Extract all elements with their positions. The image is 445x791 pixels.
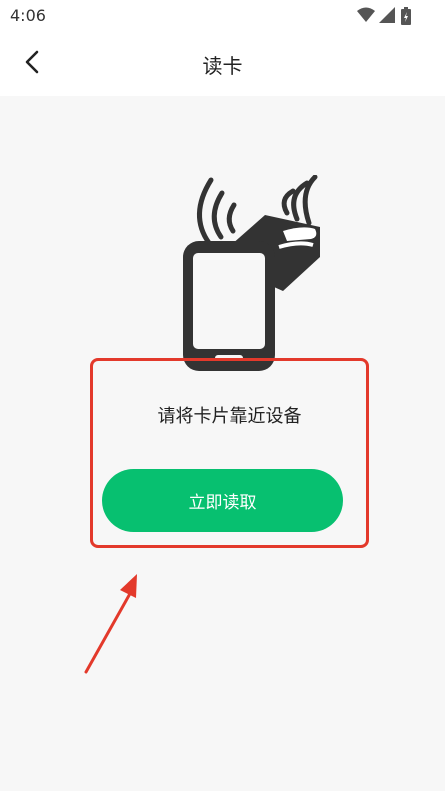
read-card-screen: 4:06 读卡 请将卡片靠近设备 立即读取: [0, 0, 445, 791]
status-icons: [357, 7, 417, 25]
phone-nfc-card-icon: [183, 175, 320, 371]
status-time: 4:06: [10, 6, 46, 25]
status-bar: 4:06: [0, 0, 445, 30]
annotation-arrow-icon: [84, 574, 137, 674]
app-header: 读卡: [0, 30, 445, 96]
read-card-prompt: 请将卡片靠近设备: [157, 406, 302, 427]
battery-icon: [401, 7, 411, 25]
read-now-button[interactable]: 立即读取: [102, 469, 343, 532]
cell-signal-icon: [379, 7, 395, 23]
wifi-icon: [357, 7, 375, 22]
page-title: 读卡: [202, 54, 243, 78]
